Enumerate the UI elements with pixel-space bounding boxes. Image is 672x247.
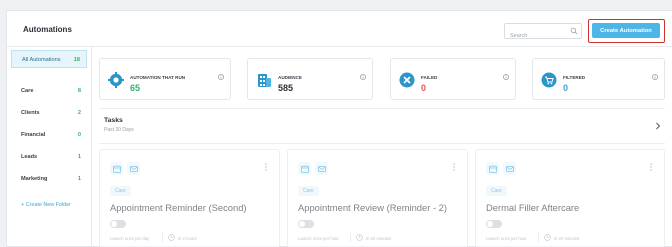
clock-icon bbox=[544, 234, 551, 241]
sidebar-item-count: 2 bbox=[77, 110, 81, 116]
folder-sidebar: All Automations 18 Care 8 Clients 2 Fina… bbox=[7, 47, 92, 247]
next-run: In 2 hours bbox=[178, 236, 197, 241]
sidebar-item-label: All Automations bbox=[22, 57, 61, 63]
stat-value: 0 bbox=[563, 83, 569, 93]
divider bbox=[162, 233, 163, 242]
sidebar-item-count: 18 bbox=[73, 57, 80, 63]
search-input[interactable] bbox=[505, 29, 567, 43]
stat-label: FILTERED bbox=[563, 75, 586, 80]
create-automation-highlight: Create Automation bbox=[588, 19, 665, 43]
automation-toggle[interactable] bbox=[110, 220, 126, 228]
tasks-period: Past 30 Days bbox=[104, 127, 134, 133]
automation-card[interactable]: Care Appointment Review (Reminder - 2) L… bbox=[287, 149, 468, 247]
search-icon[interactable] bbox=[570, 27, 578, 35]
search-box[interactable] bbox=[504, 23, 582, 43]
run-frequency: Launch once per hour bbox=[298, 236, 339, 241]
clock-icon bbox=[168, 234, 175, 241]
more-options-icon[interactable] bbox=[451, 162, 457, 172]
info-icon[interactable] bbox=[652, 74, 658, 80]
info-icon[interactable] bbox=[360, 74, 366, 80]
more-options-icon[interactable] bbox=[263, 162, 269, 172]
create-automation-button[interactable]: Create Automation bbox=[592, 23, 660, 38]
stat-card-audience: AUDIENCE 585 bbox=[247, 58, 373, 100]
stat-card-automation-runs: AUTOMATION THAT RUN 65 bbox=[99, 58, 231, 100]
folder-tag: Care bbox=[486, 186, 507, 196]
run-frequency: Launch once per day bbox=[110, 236, 150, 241]
divider bbox=[350, 233, 351, 242]
automation-card[interactable]: Care Appointment Reminder (Second) Launc… bbox=[99, 149, 280, 247]
automation-toggle[interactable] bbox=[298, 220, 314, 228]
folder-tag: Care bbox=[110, 186, 131, 196]
stat-label: FAILED bbox=[421, 75, 438, 80]
x-circle-icon bbox=[399, 72, 415, 88]
stat-label: AUTOMATION THAT RUN bbox=[130, 75, 186, 80]
sidebar-item-count: 8 bbox=[77, 88, 81, 94]
automation-title: Appointment Review (Reminder - 2) bbox=[298, 202, 448, 213]
building-icon bbox=[258, 74, 271, 87]
calendar-icon[interactable] bbox=[486, 162, 499, 175]
sidebar-item-label: Leads bbox=[21, 154, 38, 160]
next-run: In 20 minutes bbox=[366, 236, 392, 241]
stat-value: 0 bbox=[421, 83, 427, 93]
chevron-right-icon[interactable] bbox=[655, 122, 661, 130]
automations-app: Automations Create Automation All Automa… bbox=[6, 10, 672, 247]
stat-value: 65 bbox=[130, 83, 141, 93]
automation-title: Appointment Reminder (Second) bbox=[110, 202, 247, 213]
sidebar-item-label: Clients bbox=[21, 110, 40, 116]
email-icon[interactable] bbox=[315, 162, 328, 175]
email-icon[interactable] bbox=[127, 162, 140, 175]
clock-icon bbox=[356, 234, 363, 241]
sidebar-item-marketing[interactable]: Marketing 1 bbox=[11, 170, 87, 188]
page-header: Automations Create Automation bbox=[7, 11, 672, 47]
calendar-icon[interactable] bbox=[110, 162, 123, 175]
next-run: In 20 minutes bbox=[554, 236, 580, 241]
sidebar-item-care[interactable]: Care 8 bbox=[11, 82, 87, 100]
stat-card-filtered: FILTERED 0 bbox=[532, 58, 665, 100]
sidebar-item-count: 0 bbox=[77, 132, 81, 138]
stat-value: 585 bbox=[278, 83, 294, 93]
sidebar-item-label: Marketing bbox=[21, 176, 48, 182]
stat-label: AUDIENCE bbox=[278, 75, 302, 80]
sidebar-item-label: Financial bbox=[21, 132, 46, 138]
automation-card[interactable]: Care Dermal Filler Aftercare Launch once… bbox=[475, 149, 665, 247]
tasks-title: Tasks bbox=[104, 117, 123, 124]
sidebar-item-all-automations[interactable]: All Automations 18 bbox=[11, 50, 87, 68]
sidebar-item-leads[interactable]: Leads 1 bbox=[11, 148, 87, 166]
create-new-folder-link[interactable]: + Create New Folder bbox=[21, 202, 71, 208]
automation-title: Dermal Filler Aftercare bbox=[486, 202, 580, 213]
calendar-icon[interactable] bbox=[298, 162, 311, 175]
sidebar-item-label: Care bbox=[21, 88, 34, 94]
info-icon[interactable] bbox=[503, 74, 509, 80]
gear-icon bbox=[108, 72, 124, 88]
email-icon[interactable] bbox=[503, 162, 516, 175]
more-options-icon[interactable] bbox=[648, 162, 654, 172]
tasks-panel[interactable]: Tasks Past 30 Days bbox=[99, 108, 665, 144]
sidebar-item-count: 1 bbox=[77, 154, 81, 160]
page-title: Automations bbox=[23, 25, 72, 34]
sidebar-item-count: 1 bbox=[77, 176, 81, 182]
run-frequency: Launch once per hour bbox=[486, 236, 527, 241]
sidebar-item-financial[interactable]: Financial 0 bbox=[11, 126, 87, 144]
folder-tag: Care bbox=[298, 186, 319, 196]
sidebar-item-clients[interactable]: Clients 2 bbox=[11, 104, 87, 122]
divider bbox=[538, 233, 539, 242]
automation-toggle[interactable] bbox=[486, 220, 502, 228]
cart-icon bbox=[541, 72, 557, 88]
info-icon[interactable] bbox=[218, 74, 224, 80]
stat-card-failed: FAILED 0 bbox=[390, 58, 516, 100]
